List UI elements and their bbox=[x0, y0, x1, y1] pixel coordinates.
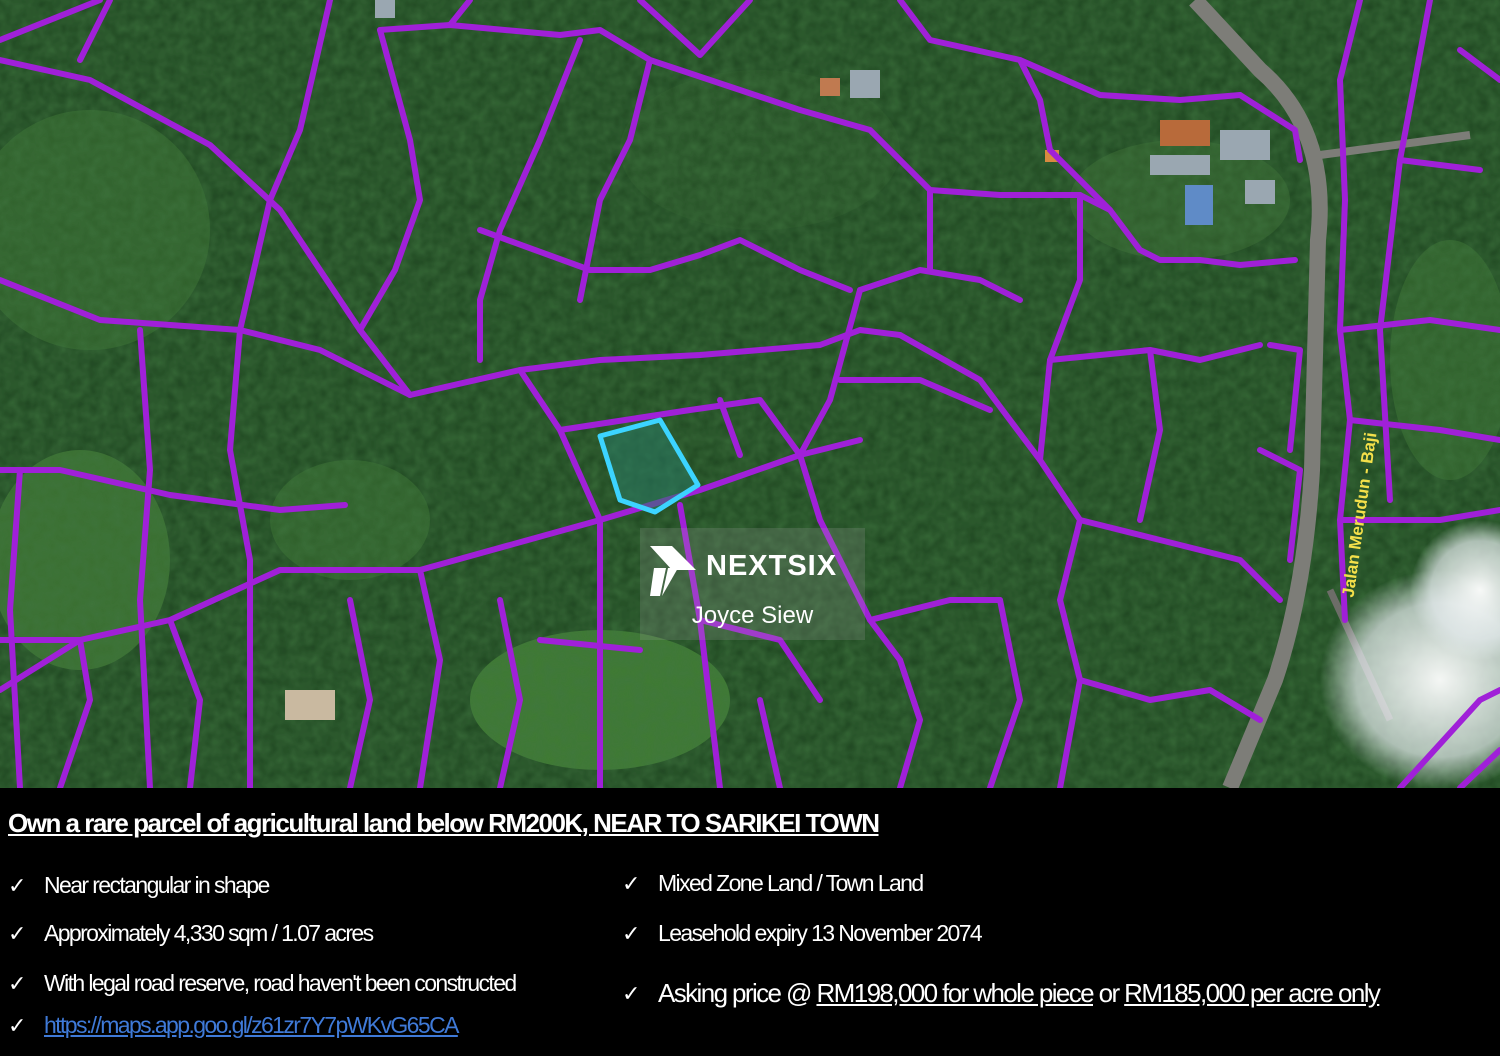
listing-headline: Own a rare parcel of agricultural land b… bbox=[8, 808, 880, 838]
feature-item: ✓ https://maps.app.goo.gl/z61zr7Y7pWKvG6… bbox=[8, 1012, 459, 1039]
map-canvas bbox=[0, 0, 1500, 788]
feature-item: ✓ Leasehold expiry 13 November 2074 bbox=[622, 920, 983, 947]
agent-watermark: NEXTSIX Joyce Siew bbox=[640, 528, 865, 640]
price-or: or bbox=[1098, 978, 1121, 1008]
brand-name: NEXTSIX bbox=[706, 550, 838, 582]
feature-item: ✓ Approximately 4,330 sqm / 1.07 acres bbox=[8, 920, 374, 947]
satellite-map[interactable]: Jalan Merudun - Baji NEXTSIX Joyce Siew bbox=[0, 0, 1500, 788]
price-per-acre: RM185,000 per acre only bbox=[1124, 978, 1381, 1008]
check-icon: ✓ bbox=[622, 920, 641, 946]
agent-name: Joyce Siew bbox=[691, 602, 814, 629]
check-icon: ✓ bbox=[8, 1012, 27, 1038]
feature-item: ✓ Mixed Zone Land / Town Land bbox=[622, 870, 924, 897]
check-icon: ✓ bbox=[8, 970, 27, 996]
feature-item: ✓ With legal road reserve, road haven't … bbox=[8, 970, 517, 997]
feature-text: Approximately 4,330 sqm / 1.07 acres bbox=[44, 920, 374, 946]
check-icon: ✓ bbox=[622, 980, 641, 1006]
check-icon: ✓ bbox=[8, 872, 27, 898]
map-link[interactable]: https://maps.app.goo.gl/z61zr7Y7pWKvG65C… bbox=[44, 1012, 459, 1039]
feature-text: With legal road reserve, road haven't be… bbox=[44, 970, 517, 996]
price-whole: RM198,000 for whole piece bbox=[816, 978, 1094, 1008]
feature-item: ✓ Near rectangular in shape bbox=[8, 872, 270, 899]
price-prefix: Asking price @ bbox=[658, 978, 812, 1008]
check-icon: ✓ bbox=[8, 920, 27, 946]
asking-price: ✓ Asking price @ RM198,000 for whole pie… bbox=[622, 978, 1381, 1009]
listing-details: Own a rare parcel of agricultural land b… bbox=[0, 788, 1500, 1056]
check-icon: ✓ bbox=[622, 870, 641, 896]
feature-text: Near rectangular in shape bbox=[44, 872, 270, 898]
feature-text: Mixed Zone Land / Town Land bbox=[658, 870, 924, 896]
feature-text: Leasehold expiry 13 November 2074 bbox=[658, 920, 983, 946]
listing-image: Jalan Merudun - Baji NEXTSIX Joyce Siew … bbox=[0, 0, 1500, 1056]
nextsix-logo-icon bbox=[650, 546, 696, 596]
